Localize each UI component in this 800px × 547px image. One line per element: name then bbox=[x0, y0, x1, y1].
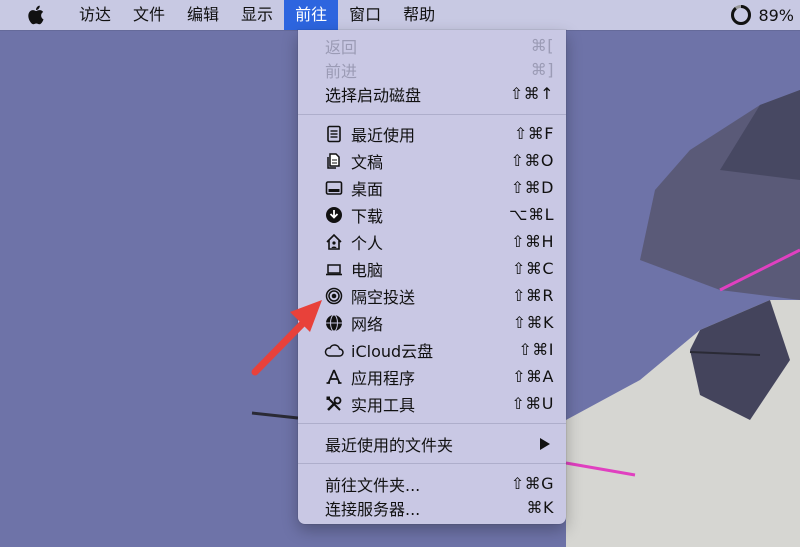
menu-item-utilities[interactable]: 实用工具 ⇧⌘U bbox=[298, 390, 566, 417]
menu-item-airdrop[interactable]: 隔空投送 ⇧⌘R bbox=[298, 282, 566, 309]
menubar-window[interactable]: 窗口 bbox=[338, 0, 392, 30]
menu-item-label: 应用程序 bbox=[351, 368, 416, 388]
menu-item-label: 文稿 bbox=[351, 152, 384, 172]
menu-item-label: 下载 bbox=[351, 206, 384, 226]
submenu-arrow-icon bbox=[540, 438, 550, 450]
menu-item-label: iCloud云盘 bbox=[351, 341, 434, 361]
home-icon bbox=[324, 232, 344, 252]
menu-item-applications[interactable]: 应用程序 ⇧⌘A bbox=[298, 363, 566, 390]
menubar-view[interactable]: 显示 bbox=[230, 0, 284, 30]
menu-item-label: 最近使用的文件夹 bbox=[325, 435, 454, 455]
menu-item-label: 实用工具 bbox=[351, 395, 416, 415]
menu-item-shortcut: ⇧⌘I bbox=[518, 340, 554, 359]
menubar-edit[interactable]: 编辑 bbox=[176, 0, 230, 30]
menu-item-shortcut: ⇧⌘A bbox=[512, 367, 554, 386]
menu-item-label: 桌面 bbox=[351, 179, 384, 199]
menu-item-recents[interactable]: 最近使用 ⇧⌘F bbox=[298, 120, 566, 147]
menu-item-downloads[interactable]: 下载 ⌥⌘L bbox=[298, 201, 566, 228]
menu-item-network[interactable]: 网络 ⇧⌘K bbox=[298, 309, 566, 336]
icloud-icon bbox=[324, 340, 344, 360]
network-icon bbox=[324, 313, 344, 333]
menu-item-label: 网络 bbox=[351, 314, 384, 334]
menu-item-shortcut: ⇧⌘H bbox=[511, 232, 554, 251]
menu-item-forward[interactable]: 前进 ⌘] bbox=[298, 56, 566, 83]
apple-logo-icon[interactable] bbox=[26, 4, 48, 26]
menu-item-label: 电脑 bbox=[351, 260, 384, 280]
menu-item-go-to-folder[interactable]: 前往文件夹... ⇧⌘G bbox=[298, 470, 566, 497]
menu-item-shortcut: ⇧⌘K bbox=[512, 313, 554, 332]
menu-item-startup-disk[interactable]: 选择启动磁盘 ⇧⌘↑ bbox=[298, 80, 566, 107]
menu-item-shortcut: ⌘] bbox=[530, 60, 554, 79]
menubar-finder[interactable]: 访达 bbox=[68, 0, 122, 30]
menu-separator bbox=[298, 463, 566, 464]
battery-percent: 89% bbox=[758, 5, 794, 25]
menubar-file[interactable]: 文件 bbox=[122, 0, 176, 30]
recents-icon bbox=[324, 124, 344, 144]
menu-item-label: 最近使用 bbox=[351, 125, 416, 145]
go-menu: 返回 ⌘[ 前进 ⌘] 选择启动磁盘 ⇧⌘↑ 最近使用 ⇧⌘F 文稿 ⇧⌘O 桌… bbox=[298, 30, 566, 524]
menu-item-label: 个人 bbox=[351, 233, 384, 253]
battery-ring-icon bbox=[731, 5, 752, 25]
menu-item-shortcut: ⇧⌘D bbox=[510, 178, 554, 197]
menu-item-shortcut: ⇧⌘O bbox=[510, 151, 554, 170]
menu-item-recent-folders[interactable]: 最近使用的文件夹 bbox=[298, 430, 566, 457]
menu-item-documents[interactable]: 文稿 ⇧⌘O bbox=[298, 147, 566, 174]
menu-item-icloud[interactable]: iCloud云盘 ⇧⌘I bbox=[298, 336, 566, 363]
menu-item-shortcut: ⇧⌘C bbox=[511, 259, 554, 278]
menu-bar: 访达 文件 编辑 显示 前往 窗口 帮助 89% bbox=[0, 0, 800, 30]
menubar-go[interactable]: 前往 bbox=[284, 0, 339, 30]
menu-item-shortcut: ⇧⌘R bbox=[511, 286, 554, 305]
desktop-icon bbox=[324, 178, 344, 198]
menu-item-label: 隔空投送 bbox=[351, 287, 416, 307]
menu-item-label: 连接服务器... bbox=[325, 499, 421, 519]
battery-status[interactable]: 89% bbox=[730, 0, 794, 30]
menu-item-shortcut: ⌥⌘L bbox=[509, 205, 554, 224]
menu-separator bbox=[298, 114, 566, 115]
menu-item-label: 前进 bbox=[325, 61, 358, 81]
menu-item-shortcut: ⌘[ bbox=[530, 36, 554, 55]
menu-item-shortcut: ⇧⌘F bbox=[513, 124, 554, 143]
menu-item-computer[interactable]: 电脑 ⇧⌘C bbox=[298, 255, 566, 282]
menu-item-connect-server[interactable]: 连接服务器... ⌘K bbox=[298, 494, 566, 521]
menu-separator bbox=[298, 423, 566, 424]
menu-item-shortcut: ⌘K bbox=[526, 498, 554, 517]
menubar-help[interactable]: 帮助 bbox=[392, 0, 446, 30]
menu-item-shortcut: ⇧⌘G bbox=[510, 474, 554, 493]
documents-icon bbox=[324, 151, 344, 171]
menu-item-shortcut: ⇧⌘↑ bbox=[509, 84, 554, 103]
computer-icon bbox=[324, 259, 344, 279]
menu-item-label: 返回 bbox=[325, 37, 358, 57]
menu-item-back[interactable]: 返回 ⌘[ bbox=[298, 32, 566, 59]
utilities-icon bbox=[324, 394, 344, 414]
applications-icon bbox=[324, 367, 344, 387]
menu-item-shortcut: ⇧⌘U bbox=[511, 394, 554, 413]
menu-item-label: 选择启动磁盘 bbox=[325, 85, 422, 105]
downloads-icon bbox=[324, 205, 344, 225]
menu-item-home[interactable]: 个人 ⇧⌘H bbox=[298, 228, 566, 255]
menu-item-label: 前往文件夹... bbox=[325, 475, 421, 495]
airdrop-icon bbox=[324, 286, 344, 306]
menu-item-desktop[interactable]: 桌面 ⇧⌘D bbox=[298, 174, 566, 201]
